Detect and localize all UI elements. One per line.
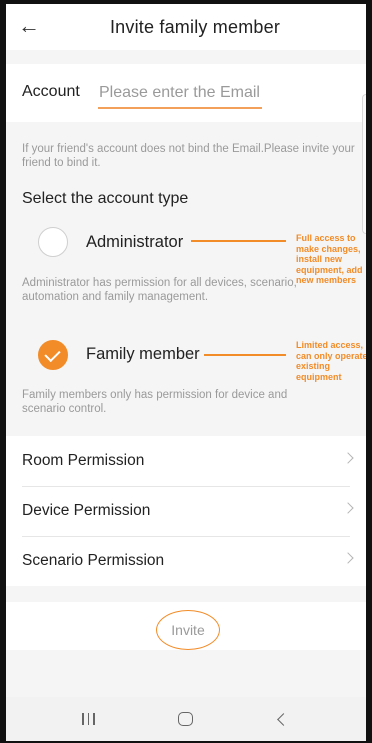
screen: ← Invite family member Account If your f… xyxy=(6,4,366,741)
family-member-annotation-line xyxy=(204,354,286,356)
checkmark-icon xyxy=(44,345,61,363)
device-permission-label: Device Permission xyxy=(22,502,151,519)
room-permission-label: Room Permission xyxy=(22,452,145,469)
invite-area: Invite xyxy=(6,602,366,650)
permission-list: Room Permission Device Permission Scenar… xyxy=(6,436,366,586)
administrator-label[interactable]: Administrator xyxy=(86,233,183,252)
account-label: Account xyxy=(22,83,80,100)
administrator-annotation-line xyxy=(191,240,286,242)
room-permission-item[interactable]: Room Permission xyxy=(6,436,366,486)
recent-apps-icon[interactable] xyxy=(69,704,109,734)
account-type-title: Select the account type xyxy=(22,190,189,207)
home-icon[interactable] xyxy=(166,704,206,734)
family-member-label[interactable]: Family member xyxy=(86,345,200,364)
family-member-annotation: Limited access, can only operate existin… xyxy=(296,340,368,382)
arrow-left-icon[interactable]: ← xyxy=(16,13,42,39)
chevron-right-icon xyxy=(342,552,354,564)
phone-frame: ← Invite family member Account If your f… xyxy=(0,0,372,743)
administrator-description: Administrator has permission for all dev… xyxy=(22,277,297,303)
scroll-indicator xyxy=(362,94,366,234)
device-permission-item[interactable]: Device Permission xyxy=(6,486,366,536)
page-title: Invite family member xyxy=(109,16,281,37)
header-bar: ← Invite family member xyxy=(6,4,366,50)
scenario-permission-label: Scenario Permission xyxy=(22,552,165,569)
email-input[interactable] xyxy=(98,79,262,109)
administrator-radio[interactable] xyxy=(38,227,68,257)
system-nav-bar xyxy=(6,697,366,741)
account-row: Account xyxy=(6,64,366,122)
family-member-radio[interactable] xyxy=(38,340,68,370)
scenario-permission-item[interactable]: Scenario Permission xyxy=(6,536,366,586)
family-member-description: Family members only has permission for d… xyxy=(22,389,288,415)
back-icon[interactable] xyxy=(263,704,303,734)
bind-email-hint: If your friend's account does not bind t… xyxy=(22,143,355,169)
chevron-right-icon xyxy=(342,452,354,464)
chevron-right-icon xyxy=(342,502,354,514)
invite-button[interactable]: Invite xyxy=(156,610,220,650)
